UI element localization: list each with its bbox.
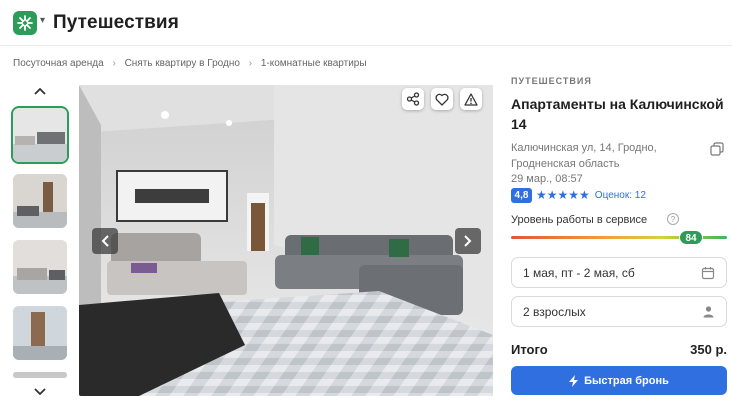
thumbnail-4[interactable] <box>13 306 67 360</box>
total-price: 350 р. <box>690 342 727 357</box>
listing-panel: ПУТЕШЕСТВИЯ Апартаменты на Калючинской 1… <box>511 76 727 395</box>
chevron-down-icon[interactable]: ▾ <box>40 15 45 26</box>
listing-date: 29 мар., 08:57 <box>511 173 583 185</box>
rating-badge: 4,8 <box>511 187 532 203</box>
total-row: Итого 350 р. <box>511 342 727 357</box>
main-photo[interactable] <box>79 85 493 396</box>
star-rating-icon: ★★★★★ <box>536 188 590 202</box>
copy-icon[interactable] <box>710 142 724 161</box>
service-level-label: Уровень работы в сервисе <box>511 214 648 226</box>
report-button[interactable] <box>460 88 482 110</box>
guests-value: 2 взрослых <box>523 304 586 319</box>
listing-address: Калючинская ул, 14, Гродно, Гродненская … <box>511 142 657 170</box>
breadcrumb-item[interactable]: Снять квартиру в Гродно <box>125 58 240 69</box>
quick-book-button[interactable]: Быстрая бронь <box>511 366 727 395</box>
breadcrumb-item[interactable]: 1-комнатные квартиры <box>261 58 367 69</box>
guests-field[interactable]: 2 взрослых <box>511 296 727 327</box>
thumbnail-1[interactable] <box>13 108 67 162</box>
lightning-icon <box>569 374 579 387</box>
chevron-up-icon[interactable] <box>29 79 51 101</box>
breadcrumb: Посуточная аренда › Снять квартиру в Гро… <box>13 58 367 69</box>
thumbnail-strip <box>11 78 69 413</box>
favorite-button[interactable] <box>431 88 453 110</box>
reviews-link[interactable]: Оценок: 12 <box>595 190 646 201</box>
dates-value: 1 мая, пт - 2 мая, сб <box>523 265 635 280</box>
room-photo-illustration <box>79 85 493 396</box>
listing-title: Апартаменты на Калючинской 14 <box>511 96 724 132</box>
listing-category: ПУТЕШЕСТВИЯ <box>511 76 592 86</box>
total-label: Итого <box>511 342 548 357</box>
share-icon <box>406 92 420 106</box>
quick-book-label: Быстрая бронь <box>584 374 669 387</box>
thumbnail-5[interactable] <box>13 372 67 378</box>
breadcrumb-item[interactable]: Посуточная аренда <box>13 58 104 69</box>
breadcrumb-separator-icon: › <box>248 58 253 69</box>
rating-row[interactable]: 4,8 ★★★★★ Оценок: 12 <box>511 187 646 203</box>
chevron-down-icon[interactable] <box>29 380 51 402</box>
calendar-icon <box>701 266 715 279</box>
warning-icon <box>464 92 478 106</box>
heart-icon <box>435 93 449 106</box>
help-icon[interactable]: ? <box>667 213 679 225</box>
chevron-right-icon[interactable] <box>455 228 481 254</box>
thumbnail-3[interactable] <box>13 240 67 294</box>
top-header: ▾ Путешествия <box>0 0 732 46</box>
breadcrumb-separator-icon: › <box>112 58 116 69</box>
service-score-badge: 84 <box>679 230 703 245</box>
dates-field[interactable]: 1 мая, пт - 2 мая, сб <box>511 257 727 288</box>
thumbnail-2[interactable] <box>13 174 67 228</box>
snowflake-logo-icon[interactable] <box>13 11 37 35</box>
person-icon <box>703 306 714 318</box>
brand-title[interactable]: Путешествия <box>53 12 179 34</box>
share-button[interactable] <box>402 88 424 110</box>
chevron-left-icon[interactable] <box>92 228 118 254</box>
